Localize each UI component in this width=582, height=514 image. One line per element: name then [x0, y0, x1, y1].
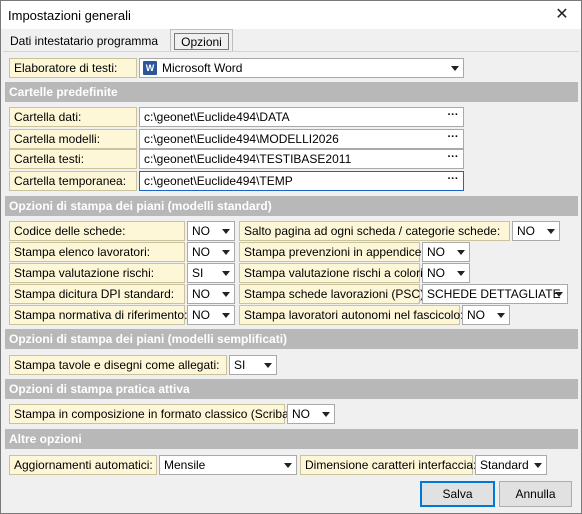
browse-icon[interactable]: ··· — [445, 109, 461, 125]
print-risk-value: SI — [192, 266, 204, 280]
section-other: Altre opzioni — [5, 429, 578, 449]
print-risk-color-value: NO — [427, 266, 445, 280]
browse-icon[interactable]: ··· — [445, 151, 461, 167]
print-classic-select[interactable]: NO — [287, 404, 335, 424]
chevron-down-icon — [497, 313, 505, 318]
print-psc-label: Stampa schede lavorazioni (PSC): — [239, 284, 427, 304]
print-codes-select[interactable]: NO — [187, 221, 235, 241]
chevron-down-icon — [322, 412, 330, 417]
print-dpi-select[interactable]: NO — [187, 284, 235, 304]
print-workers-select[interactable]: NO — [187, 242, 235, 262]
chevron-down-icon — [451, 66, 459, 71]
folder-models-label: Cartella modelli: — [9, 129, 137, 149]
font-size-label: Dimensione caratteri interfaccia: — [300, 455, 476, 475]
chevron-down-icon — [222, 229, 230, 234]
print-codes-value: NO — [192, 224, 210, 238]
print-psc-value: SCHEDE DETTAGLIATE — [427, 287, 561, 301]
chevron-down-icon — [222, 250, 230, 255]
print-classic-label: Stampa in composizione in formato classi… — [9, 404, 296, 424]
folder-temp-label: Cartella temporanea: — [9, 171, 137, 191]
print-prevention-value: NO — [427, 245, 445, 259]
font-size-value: Standard — [480, 458, 529, 472]
print-workers-label: Stampa elenco lavoratori: — [9, 242, 185, 262]
print-self-employed-select[interactable]: NO — [462, 305, 510, 325]
chevron-down-icon — [222, 271, 230, 276]
save-button[interactable]: Salva — [420, 481, 495, 507]
print-prevention-label: Stampa prevenzioni in appendice: — [239, 242, 425, 262]
browse-icon[interactable]: ··· — [445, 131, 461, 147]
print-norms-value: NO — [192, 308, 210, 322]
print-norms-select[interactable]: NO — [187, 305, 235, 325]
section-print-simplified: Opzioni di stampa dei piani (modelli sem… — [5, 329, 578, 349]
tab-dati-intestatario[interactable]: Dati intestatario programma — [10, 34, 158, 48]
chevron-down-icon — [547, 229, 555, 234]
print-dpi-value: NO — [192, 287, 210, 301]
folder-texts-label: Cartella testi: — [9, 149, 137, 169]
window-title: Impostazioni generali — [8, 8, 131, 23]
print-self-employed-label: Stampa lavoratori autonomi nel fascicolo… — [239, 305, 463, 325]
folder-temp-field[interactable]: c:\geonet\Euclide494\TEMP ··· — [139, 171, 464, 191]
font-size-select[interactable]: Standard — [475, 455, 547, 475]
editor-value: Microsoft Word — [162, 61, 243, 75]
print-risk-select[interactable]: SI — [187, 263, 235, 283]
folder-data-field[interactable]: c:\geonet\Euclide494\DATA ··· — [139, 107, 464, 127]
section-print-practice: Opzioni di stampa pratica attiva — [5, 379, 578, 399]
close-icon[interactable]: ✕ — [551, 4, 573, 26]
chevron-down-icon — [222, 313, 230, 318]
auto-updates-select[interactable]: Mensile — [159, 455, 297, 475]
folder-data-label: Cartella dati: — [9, 107, 137, 127]
chevron-down-icon — [284, 463, 292, 468]
folder-models-field[interactable]: c:\geonet\Euclide494\MODELLI2026 ··· — [139, 129, 464, 149]
print-risk-label: Stampa valutazione rischi: — [9, 263, 185, 283]
word-icon: W — [143, 61, 157, 75]
tab-divider — [3, 51, 579, 52]
tab-opzioni[interactable]: Opzioni — [170, 29, 233, 52]
tab-opzioni-label: Opzioni — [174, 33, 229, 50]
print-psc-select[interactable]: SCHEDE DETTAGLIATE — [422, 284, 568, 304]
print-dpi-label: Stampa dicitura DPI standard: — [9, 284, 185, 304]
print-norms-label: Stampa normativa di riferimento: — [9, 305, 187, 325]
chevron-down-icon — [222, 292, 230, 297]
print-drawings-label: Stampa tavole e disegni come allegati: — [9, 355, 227, 375]
page-break-label: Salto pagina ad ogni scheda / categorie … — [239, 221, 510, 241]
title-bar: Impostazioni generali ✕ — [1, 1, 581, 29]
editor-select[interactable]: W Microsoft Word — [139, 58, 464, 78]
print-prevention-select[interactable]: NO — [422, 242, 470, 262]
print-codes-label: Codice delle schede: — [9, 221, 185, 241]
section-print-standard: Opzioni di stampa dei piani (modelli sta… — [5, 196, 578, 216]
print-workers-value: NO — [192, 245, 210, 259]
print-risk-color-select[interactable]: NO — [422, 263, 470, 283]
folder-models-value: c:\geonet\Euclide494\MODELLI2026 — [144, 132, 339, 146]
settings-dialog: Impostazioni generali ✕ Dati intestatari… — [0, 0, 582, 514]
chevron-down-icon — [457, 250, 465, 255]
chevron-down-icon — [457, 271, 465, 276]
folder-data-value: c:\geonet\Euclide494\DATA — [144, 110, 290, 124]
folder-texts-field[interactable]: c:\geonet\Euclide494\TESTIBASE2011 ··· — [139, 149, 464, 169]
editor-label: Elaboratore di testi: — [9, 58, 137, 78]
chevron-down-icon — [534, 463, 542, 468]
print-drawings-value: SI — [234, 358, 246, 372]
browse-icon[interactable]: ··· — [445, 173, 461, 189]
chevron-down-icon — [555, 292, 563, 297]
print-risk-color-label: Stampa valutazione rischi a colori: — [239, 263, 426, 283]
print-self-employed-value: NO — [467, 308, 485, 322]
auto-updates-label: Aggiornamenti automatici: — [9, 455, 157, 475]
folder-texts-value: c:\geonet\Euclide494\TESTIBASE2011 — [144, 152, 352, 166]
folder-temp-value: c:\geonet\Euclide494\TEMP — [144, 174, 293, 188]
chevron-down-icon — [264, 363, 272, 368]
page-break-value: NO — [517, 224, 535, 238]
auto-updates-value: Mensile — [164, 458, 206, 472]
cancel-button[interactable]: Annulla — [499, 481, 572, 507]
print-drawings-select[interactable]: SI — [229, 355, 277, 375]
page-break-select[interactable]: NO — [512, 221, 560, 241]
section-folders: Cartelle predefinite — [5, 82, 578, 102]
print-classic-value: NO — [292, 407, 310, 421]
